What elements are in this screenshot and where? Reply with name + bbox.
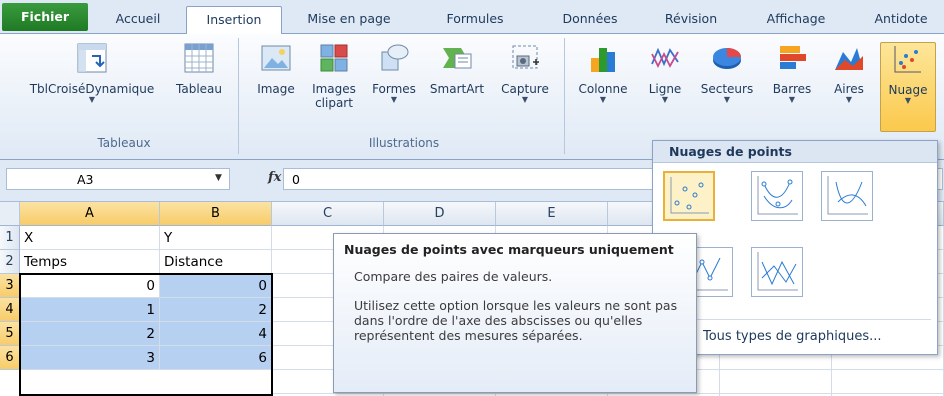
area-chart-label: Aires	[834, 82, 864, 96]
tab-data[interactable]: Données	[554, 6, 626, 34]
scatter-straight-lines-icon	[757, 252, 798, 291]
cell-b2[interactable]: Distance	[160, 250, 272, 274]
select-all-corner[interactable]	[0, 202, 20, 226]
picture-button[interactable]: Image	[252, 42, 300, 128]
shapes-button[interactable]: Formes ▼	[364, 42, 424, 128]
name-box-value: A3	[77, 172, 94, 187]
tab-page-layout[interactable]: Mise en page	[294, 6, 404, 34]
formula-value: 0	[292, 172, 300, 187]
chevron-down-icon: ▼	[521, 95, 529, 104]
area-chart-icon	[835, 48, 863, 70]
cell-a1[interactable]: X	[20, 226, 160, 250]
row-header[interactable]: 6	[0, 346, 20, 370]
scatter-smooth-lines-markers-option[interactable]	[751, 171, 803, 221]
screenshot-icon	[512, 45, 539, 69]
row-header[interactable]: 5	[0, 322, 20, 346]
group-separator	[564, 38, 565, 154]
column-header[interactable]: A	[20, 202, 160, 226]
pie-chart-label: Secteurs	[700, 82, 754, 96]
group-label-illustrations: Illustrations	[368, 136, 440, 150]
scatter-markers-only-icon	[670, 177, 709, 214]
row-header[interactable]: 4	[0, 298, 20, 322]
column-header[interactable]: B	[160, 202, 272, 226]
scatter-smooth-lines-markers-icon	[757, 176, 798, 215]
tooltip-title: Nuages de points avec marqueurs uniqueme…	[344, 242, 674, 257]
chevron-down-icon[interactable]: ▼	[215, 173, 222, 183]
column-header[interactable]: D	[384, 202, 496, 226]
chevron-down-icon: ▼	[390, 95, 398, 104]
pivot-table-icon	[77, 43, 107, 73]
table-icon	[184, 43, 214, 73]
row-header[interactable]: 3	[0, 274, 20, 298]
picture-label: Image	[257, 82, 295, 96]
smartart-label: SmartArt	[429, 82, 485, 96]
shapes-icon	[381, 44, 409, 71]
line-chart-button[interactable]: Ligne ▼	[640, 42, 690, 128]
line-chart-label: Ligne	[648, 82, 682, 96]
tab-review[interactable]: Révision	[656, 6, 726, 34]
insert-function-icon[interactable]: fx	[268, 170, 281, 185]
scatter-smooth-lines-icon	[827, 176, 868, 215]
tooltip-body: Utilisez cette option lorsque les valeur…	[354, 298, 678, 343]
clipart-icon	[320, 44, 348, 72]
table-button[interactable]: Tableau	[170, 42, 228, 128]
column-header[interactable]: C	[272, 202, 384, 226]
name-box[interactable]: A3 ▼	[6, 168, 230, 190]
table-label: Tableau	[176, 82, 222, 96]
tab-file[interactable]: Fichier	[2, 3, 88, 31]
smartart-button[interactable]: SmartArt	[424, 42, 490, 128]
tooltip-summary: Compare des paires de valeurs.	[354, 269, 553, 284]
area-chart-button[interactable]: Aires ▼	[824, 42, 874, 128]
column-chart-label: Colonne	[578, 82, 628, 96]
pivot-table-button[interactable]: TblCroiséDynamique ▼	[18, 42, 166, 128]
screenshot-button[interactable]: Capture ▼	[494, 42, 556, 128]
column-chart-icon	[591, 48, 615, 72]
bar-chart-button[interactable]: Barres ▼	[764, 42, 820, 128]
pie-chart-icon	[713, 48, 741, 69]
chevron-down-icon: ▼	[661, 95, 669, 104]
tab-view[interactable]: Affichage	[756, 6, 836, 34]
clipart-button[interactable]: Images clipart	[304, 42, 364, 128]
tab-antidote[interactable]: Antidote	[864, 6, 938, 34]
scatter-smooth-lines-option[interactable]	[821, 171, 873, 221]
column-header[interactable]: E	[496, 202, 608, 226]
scatter-chart-icon	[894, 46, 921, 73]
clipart-label: Images clipart	[312, 82, 356, 110]
chevron-down-icon: ▼	[845, 95, 853, 104]
chevron-down-icon: ▼	[88, 95, 96, 104]
all-chart-types-link[interactable]: Tous types de graphiques...	[703, 329, 881, 344]
chevron-down-icon: ▼	[788, 95, 796, 104]
picture-icon	[261, 45, 291, 71]
scatter-markers-only-option[interactable]	[663, 171, 715, 221]
bar-chart-label: Barres	[772, 82, 812, 96]
chevron-down-icon: ▼	[904, 96, 912, 105]
shapes-label: Formes	[372, 82, 416, 96]
tab-home[interactable]: Accueil	[100, 6, 176, 34]
gallery-separator	[659, 319, 931, 320]
row-header[interactable]: 1	[0, 226, 20, 250]
screenshot-label: Capture	[501, 82, 549, 96]
pie-chart-button[interactable]: Secteurs ▼	[694, 42, 760, 128]
scatter-straight-lines-option[interactable]	[751, 247, 803, 297]
chevron-down-icon: ▼	[599, 95, 607, 104]
scatter-chart-button[interactable]: Nuage ▼	[880, 42, 936, 132]
gallery-header: Nuages de points	[653, 141, 937, 163]
cell-b1[interactable]: Y	[160, 226, 272, 250]
column-chart-button[interactable]: Colonne ▼	[570, 42, 636, 128]
pivot-table-label: TblCroiséDynamique	[29, 82, 155, 96]
group-separator	[238, 38, 239, 154]
row-header[interactable]: 2	[0, 250, 20, 274]
cell-a2[interactable]: Temps	[20, 250, 160, 274]
line-chart-icon	[651, 47, 679, 69]
bar-chart-icon	[780, 46, 806, 69]
smartart-icon	[443, 48, 472, 69]
chevron-down-icon: ▼	[723, 95, 731, 104]
tab-formulas[interactable]: Formules	[432, 6, 518, 34]
scatter-chart-label: Nuage	[888, 83, 928, 97]
tab-insert[interactable]: Insertion	[186, 6, 282, 35]
scatter-tooltip: Nuages de points avec marqueurs uniqueme…	[333, 233, 697, 393]
group-label-tables: Tableaux	[97, 136, 151, 150]
ribbon-tab-bar: Fichier Accueil Insertion Mise en page F…	[0, 0, 944, 35]
selection-outline	[19, 273, 273, 396]
